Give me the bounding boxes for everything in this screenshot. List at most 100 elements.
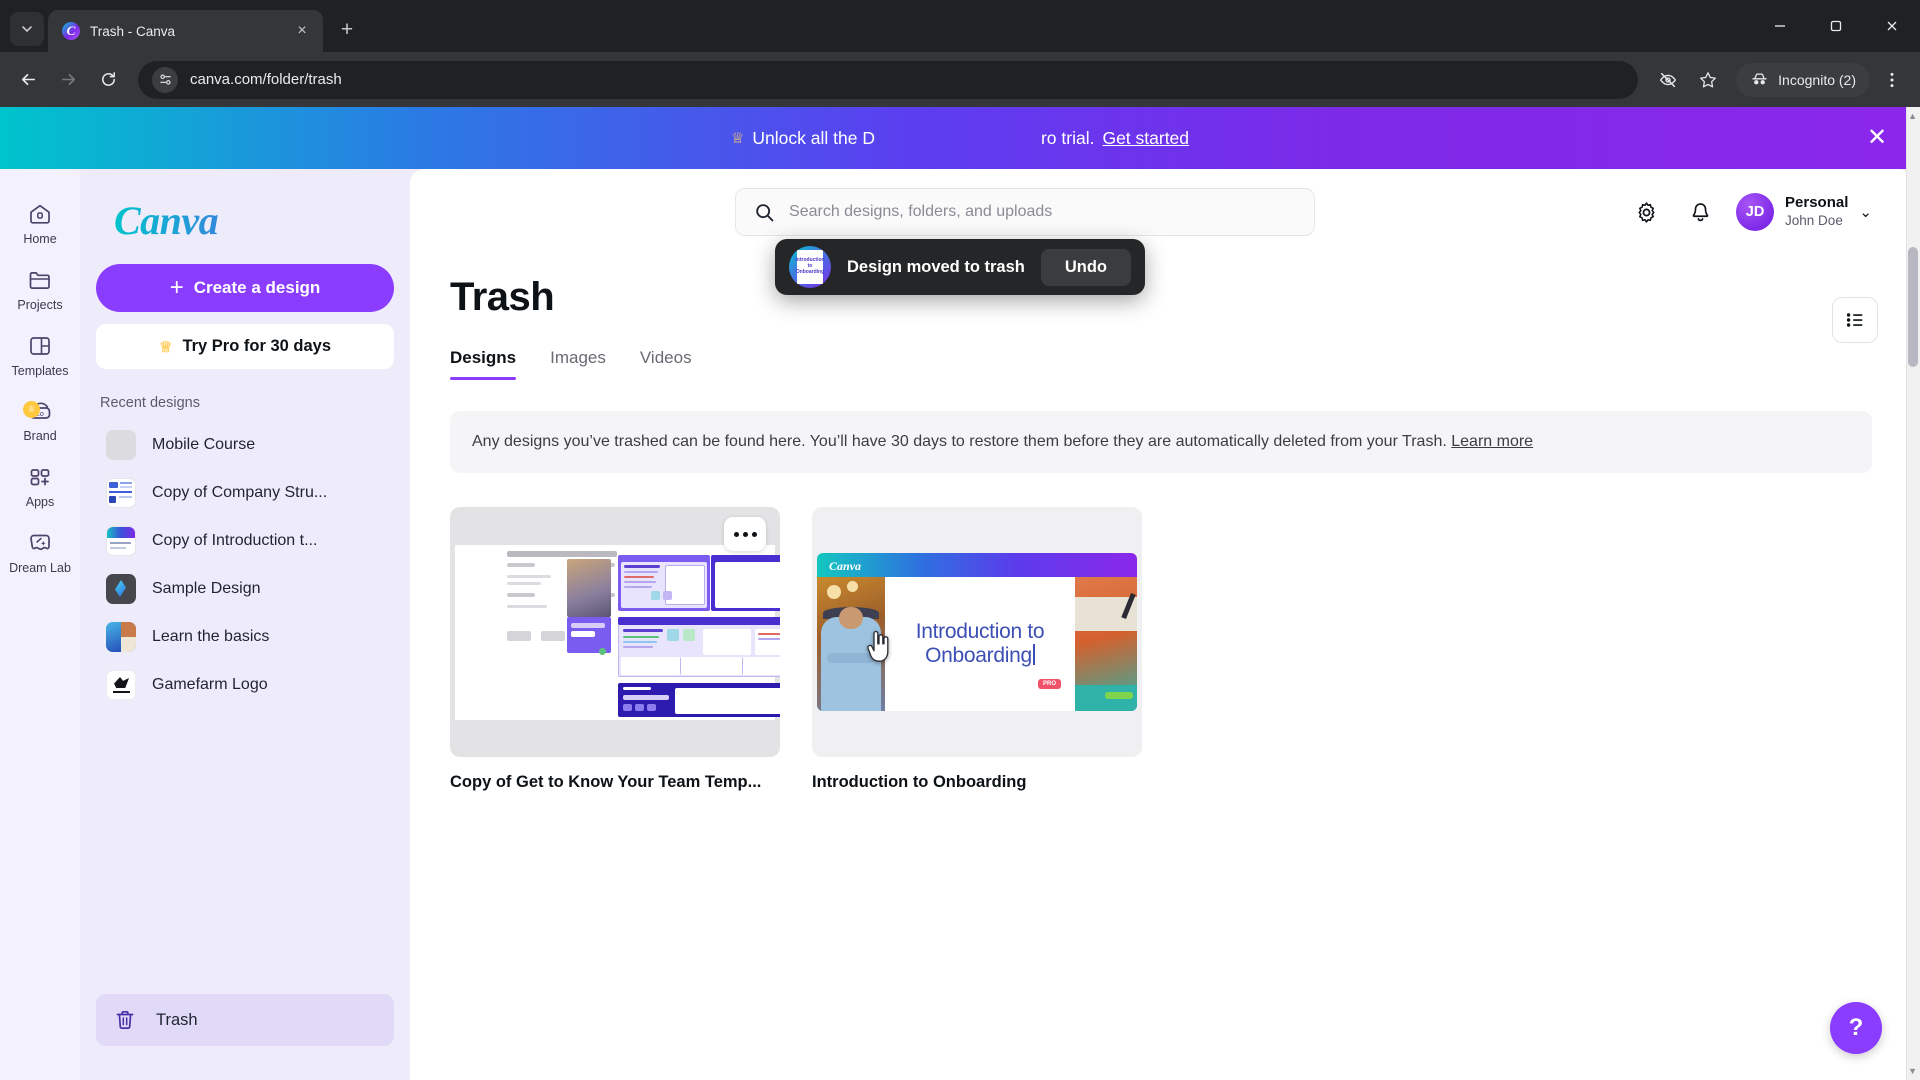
incognito-indicator[interactable]: Incognito (2): [1736, 62, 1870, 97]
user-account-chip[interactable]: JD Personal John Doe ⌄: [1732, 189, 1878, 235]
tab-designs[interactable]: Designs: [450, 348, 517, 380]
bookmark-button[interactable]: [1690, 62, 1726, 98]
design-card-title: Introduction to Onboarding: [812, 773, 1027, 791]
reload-icon: [101, 72, 115, 86]
minimize-button[interactable]: [1752, 0, 1808, 52]
rail-item-brand[interactable]: co ♕ Brand: [4, 388, 76, 450]
tab-search-button[interactable]: [10, 12, 44, 46]
reload-button[interactable]: [90, 62, 126, 98]
recent-design-item[interactable]: Copy of Introduction t...: [96, 517, 394, 565]
star-icon: [1700, 71, 1717, 87]
page-scrollbar[interactable]: ▲ ▼: [1906, 107, 1920, 1080]
toast-notification: Introduction to Onboarding Design moved …: [774, 239, 1146, 295]
maximize-icon: [1830, 20, 1842, 32]
recent-design-label: Gamefarm Logo: [152, 676, 268, 693]
trash-info-banner: Any designs you’ve trashed can be found …: [450, 411, 1872, 473]
recent-design-item[interactable]: Learn the basics: [96, 613, 394, 661]
learn-more-link[interactable]: Learn more: [1451, 433, 1533, 451]
recent-design-label: Sample Design: [152, 580, 261, 597]
main-header: JD Personal John Doe ⌄: [410, 169, 1912, 255]
presentation-center: Introduction to Onboarding PRO: [885, 577, 1075, 711]
design-grid: Copy of Get to Know Your Team Temp... Ca…: [450, 507, 1872, 792]
content-body: Trash Designs Images Videos Any designs …: [410, 275, 1912, 792]
scroll-down-arrow[interactable]: ▼: [1908, 1066, 1917, 1076]
search-input[interactable]: [789, 203, 1297, 221]
search-icon: [754, 202, 775, 223]
toast-thumbnail-caption: Introduction to Onboarding: [795, 250, 825, 284]
dream-lab-icon: [26, 529, 54, 557]
site-settings-icon[interactable]: [152, 66, 178, 93]
canva-favicon-icon: C: [62, 22, 80, 40]
tab-close-button[interactable]: ×: [291, 20, 313, 42]
settings-button[interactable]: [1624, 190, 1668, 234]
presentation-right-photo: [1075, 577, 1137, 711]
promo-close-button[interactable]: ✕: [1860, 121, 1894, 155]
design-thumbnail[interactable]: [450, 507, 780, 757]
toast-message: Design moved to trash: [846, 257, 1025, 276]
recent-design-label: Learn the basics: [152, 628, 270, 645]
undo-button[interactable]: Undo: [1040, 248, 1132, 286]
arrow-right-icon: [61, 73, 75, 86]
scroll-up-arrow[interactable]: ▲: [1908, 111, 1917, 121]
gear-icon: [1637, 201, 1655, 223]
rail-label: Apps: [25, 495, 55, 509]
browser-tab[interactable]: C Trash - Canva ×: [48, 10, 323, 52]
more-options-icon[interactable]: [724, 517, 766, 551]
promo-cta-link[interactable]: Get started: [1102, 128, 1189, 149]
canva-logo[interactable]: Canva: [114, 197, 394, 244]
rail-item-templates[interactable]: Templates: [4, 323, 76, 385]
promo-text-after: ro trial.: [1040, 127, 1095, 148]
toast-thumbnail: Introduction to Onboarding: [788, 246, 831, 288]
new-tab-button[interactable]: +: [331, 14, 363, 46]
create-a-design-button[interactable]: + Create a design: [96, 264, 394, 312]
main-area: JD Personal John Doe ⌄ Trash: [410, 169, 1920, 1080]
help-button[interactable]: ?: [1830, 1002, 1882, 1054]
main-card: JD Personal John Doe ⌄ Trash: [410, 169, 1912, 1080]
close-icon: [1887, 21, 1897, 31]
tab-images[interactable]: Images: [550, 348, 606, 380]
try-pro-button[interactable]: ♕ Try Pro for 30 days: [96, 324, 394, 369]
browser-menu-button[interactable]: [1874, 62, 1910, 98]
header-actions: JD Personal John Doe ⌄: [1624, 189, 1878, 235]
back-button[interactable]: [10, 62, 46, 98]
try-pro-label: Try Pro for 30 days: [182, 337, 332, 355]
rail-item-home[interactable]: Home: [4, 191, 76, 253]
cursor-pointer-icon: [867, 631, 889, 662]
forward-button[interactable]: [50, 62, 86, 98]
recent-design-label: Copy of Company Stru...: [152, 484, 328, 501]
sidebar-trash-label: Trash: [156, 1010, 198, 1029]
design-thumbnail: [106, 478, 136, 508]
eye-off-button[interactable]: [1650, 62, 1686, 98]
tab-videos[interactable]: Videos: [640, 348, 692, 380]
presentation-title-line1: Introduction to: [915, 620, 1045, 644]
design-card[interactable]: Copy of Get to Know Your Team Temp...: [450, 507, 780, 792]
view-toggle-button[interactable]: [1832, 297, 1878, 343]
scrollbar-thumb[interactable]: [1908, 247, 1918, 367]
design-thumbnail: [106, 526, 136, 556]
browser-toolbar: canva.com/folder/trash Incognito (2): [0, 52, 1920, 107]
user-meta: Personal John Doe: [1785, 194, 1848, 230]
trash-icon: [110, 1005, 140, 1035]
address-bar[interactable]: canva.com/folder/trash: [138, 60, 1639, 99]
design-thumbnail[interactable]: Canva Introduction to Onboarding PRO: [812, 507, 1142, 757]
search-bar[interactable]: [735, 188, 1316, 236]
pro-badge: PRO: [1037, 679, 1061, 689]
whiteboard-thumbnail-art: [455, 544, 780, 720]
rail-item-apps[interactable]: Apps: [4, 454, 76, 516]
rail-item-projects[interactable]: Projects: [4, 257, 76, 319]
recent-design-item[interactable]: Copy of Company Stru...: [96, 469, 394, 517]
notifications-button[interactable]: [1678, 190, 1722, 234]
close-window-button[interactable]: [1864, 0, 1920, 52]
design-card[interactable]: Canva Introduction to Onboarding PRO Int…: [812, 507, 1142, 792]
chevron-down-icon: ⌄: [1859, 204, 1872, 221]
sidebar-item-trash[interactable]: Trash: [96, 994, 394, 1046]
list-view-icon: [1846, 313, 1863, 327]
maximize-button[interactable]: [1808, 0, 1864, 52]
recent-design-item[interactable]: Sample Design: [96, 565, 394, 613]
url-text: canva.com/folder/trash: [190, 71, 342, 88]
bell-icon: [1692, 202, 1708, 221]
recent-design-item[interactable]: Gamefarm Logo: [96, 661, 394, 709]
rail-item-dream-lab[interactable]: Dream Lab: [4, 520, 76, 582]
rail-label: Templates: [11, 363, 69, 378]
recent-design-item[interactable]: Mobile Course: [96, 421, 394, 469]
